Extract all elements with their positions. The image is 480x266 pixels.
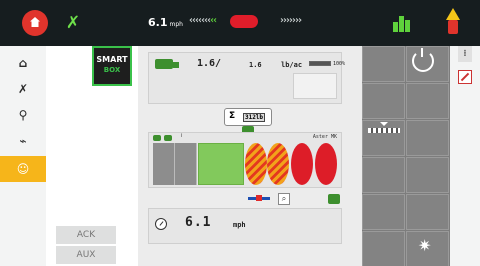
more-menu-icon[interactable]: ⁝: [458, 46, 472, 62]
home-icon[interactable]: [22, 10, 48, 36]
boom-section-2[interactable]: [175, 143, 197, 185]
lightbar-center-indicator: [230, 15, 258, 28]
softkey-11[interactable]: [362, 231, 405, 266]
left-panel: SMART BOX ACK AUX: [46, 46, 138, 266]
lightbar-right-chevrons: ›››››››: [278, 15, 303, 26]
operator-alert-icon[interactable]: [443, 8, 463, 36]
settings-gear-icon[interactable]: ✷: [418, 236, 431, 255]
speedometer-icon: [155, 218, 167, 230]
speed-value: 6.1: [185, 215, 212, 230]
softkey-8[interactable]: [406, 157, 449, 193]
boom-section-1[interactable]: [153, 143, 175, 185]
smartbox-logo[interactable]: SMART BOX: [92, 46, 132, 86]
softkey-6[interactable]: [406, 120, 449, 156]
actual-rate: 1.6/: [197, 58, 222, 69]
softkey-column: ✷: [362, 46, 450, 266]
boom-label: Aster MK: [312, 134, 337, 140]
tractor-status-icon[interactable]: [328, 194, 340, 204]
lightbar-left-chevrons: ‹‹‹‹‹‹‹‹‹: [188, 15, 218, 26]
boom-control-icon[interactable]: [368, 122, 400, 136]
boom-sections: [153, 143, 339, 185]
speed-unit: mph: [233, 221, 246, 229]
implement-nav-icon[interactable]: ⚲: [0, 102, 46, 128]
direction-indicator-icon: [248, 195, 270, 201]
ground-speed-readout: 6.1 mph: [148, 16, 183, 29]
target-rate: 1.6: [249, 61, 262, 69]
softkey-10[interactable]: [406, 194, 449, 230]
product-tank-icon: [155, 59, 179, 69]
softkey-9[interactable]: [362, 194, 405, 230]
machine-icons: [153, 135, 175, 141]
sum-icon: Σ: [229, 111, 236, 121]
rate-unit: lb/ac: [281, 61, 303, 69]
ground-speed-value: 6.1: [148, 16, 168, 29]
boom-section-3[interactable]: [198, 143, 244, 185]
swap-screen-icon[interactable]: [458, 70, 472, 84]
boom-section-card: i Aster MK: [148, 132, 342, 188]
boom-section-6[interactable]: [291, 143, 313, 185]
softkey-1[interactable]: [362, 46, 405, 82]
aux-button[interactable]: AUX: [56, 246, 116, 264]
application-rate-card[interactable]: 1.6/ 1.6 lb/ac 100%: [148, 52, 346, 104]
ground-speed-unit: mph: [169, 21, 183, 28]
top-status-bar: ✗ 6.1 mph ‹‹‹‹‹‹‹‹‹ ›››››››: [0, 0, 480, 46]
smartbox-label-2: BOX: [103, 66, 121, 74]
rate-detail-panel: [293, 73, 337, 99]
boom-section-5[interactable]: [267, 143, 289, 185]
right-strip: ⁝: [450, 46, 480, 266]
main-work-area: 1.6/ 1.6 lb/ac 100% Σ 312lb i Aster MK ⌕…: [138, 46, 362, 266]
speed-card[interactable]: 6.1 mph: [148, 208, 342, 244]
guidance-nav-icon[interactable]: ✗: [0, 76, 46, 102]
home-nav-icon[interactable]: ⌂: [0, 50, 46, 76]
ack-button[interactable]: ACK: [56, 226, 116, 244]
boom-section-7[interactable]: [315, 143, 337, 185]
smartbox-label-1: SMART: [96, 55, 128, 64]
side-navigation: ⌂ ✗ ⚲ ⌁ ☺: [0, 46, 46, 266]
total-applied-value: 312lb: [243, 113, 265, 122]
guidance-lightbar: ‹‹‹‹‹‹‹‹‹ ›››››››: [188, 14, 303, 30]
boom-marker: i: [181, 133, 183, 139]
total-applied-box[interactable]: Σ 312lb: [224, 108, 272, 126]
smart-app-nav-icon[interactable]: ☺: [0, 156, 46, 182]
zoom-icon[interactable]: ⌕: [278, 193, 290, 205]
softkey-3[interactable]: [362, 83, 405, 119]
rate-progress-bar: [309, 61, 331, 66]
softkey-7[interactable]: [362, 157, 405, 193]
power-icon[interactable]: [412, 48, 434, 72]
rate-percent: 100%: [333, 61, 346, 67]
gps-signal-icon[interactable]: ✗: [62, 12, 84, 34]
softkey-4[interactable]: [406, 83, 449, 119]
diagnostics-nav-icon[interactable]: ⌁: [0, 128, 46, 154]
boom-section-4[interactable]: [245, 143, 267, 185]
control-row: ⌕: [148, 192, 342, 206]
field-coverage-icon[interactable]: [393, 12, 411, 32]
